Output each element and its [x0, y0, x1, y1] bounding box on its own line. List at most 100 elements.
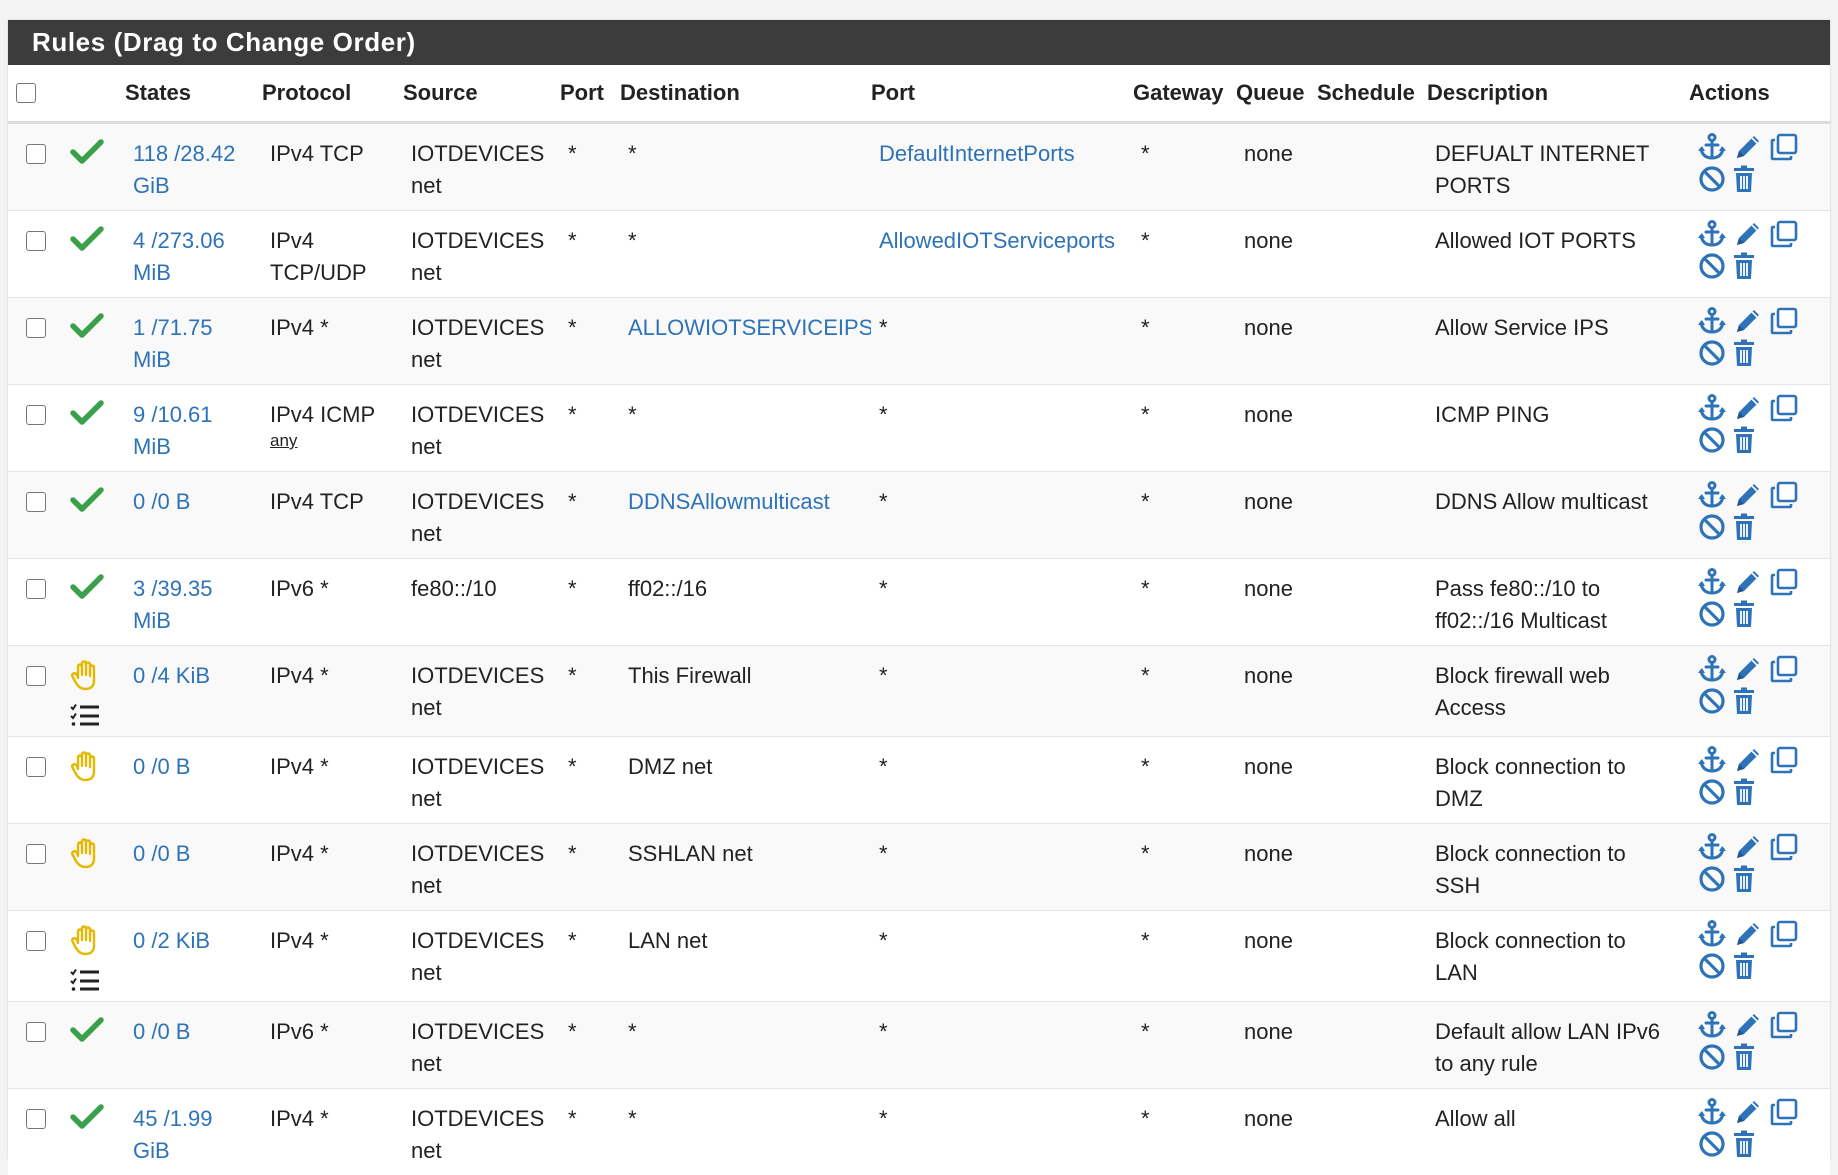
- copy-icon[interactable]: [1769, 919, 1799, 949]
- delete-trash-icon[interactable]: [1729, 1042, 1759, 1072]
- states-link[interactable]: 0 /0 B: [133, 486, 262, 518]
- edit-pencil-icon[interactable]: [1733, 480, 1763, 510]
- delete-trash-icon[interactable]: [1729, 425, 1759, 455]
- col-states[interactable]: States: [125, 65, 262, 123]
- states-link[interactable]: 9 /10.61 MiB: [133, 399, 262, 463]
- delete-trash-icon[interactable]: [1729, 599, 1759, 629]
- states-link[interactable]: 45 /1.99 GiB: [133, 1103, 262, 1167]
- table-row[interactable]: 0 /0 B IPv6 * IOTDEVICES net * * * * non…: [8, 1002, 1830, 1089]
- disable-ban-icon[interactable]: [1697, 1042, 1727, 1072]
- row-checkbox[interactable]: [26, 318, 46, 338]
- col-source[interactable]: Source: [403, 65, 560, 123]
- row-checkbox[interactable]: [26, 579, 46, 599]
- edit-pencil-icon[interactable]: [1733, 1097, 1763, 1127]
- disable-ban-icon[interactable]: [1697, 425, 1727, 455]
- delete-trash-icon[interactable]: [1729, 1129, 1759, 1159]
- states-link[interactable]: 0 /0 B: [133, 838, 262, 870]
- anchor-icon[interactable]: [1697, 1097, 1727, 1127]
- anchor-icon[interactable]: [1697, 219, 1727, 249]
- states-link[interactable]: 3 /39.35 MiB: [133, 573, 262, 637]
- row-checkbox[interactable]: [26, 144, 46, 164]
- copy-icon[interactable]: [1769, 654, 1799, 684]
- disable-ban-icon[interactable]: [1697, 777, 1727, 807]
- row-checkbox[interactable]: [26, 666, 46, 686]
- copy-icon[interactable]: [1769, 480, 1799, 510]
- table-row[interactable]: 0 /2 KiB IPv4 * IOTDEVICES net * LAN net…: [8, 911, 1830, 1002]
- col-description[interactable]: Description: [1427, 65, 1689, 123]
- edit-pencil-icon[interactable]: [1733, 393, 1763, 423]
- edit-pencil-icon[interactable]: [1733, 1010, 1763, 1040]
- anchor-icon[interactable]: [1697, 132, 1727, 162]
- destination-port[interactable]: DefaultInternetPorts: [879, 141, 1075, 166]
- edit-pencil-icon[interactable]: [1733, 832, 1763, 862]
- edit-pencil-icon[interactable]: [1733, 745, 1763, 775]
- col-schedule[interactable]: Schedule: [1317, 65, 1427, 123]
- anchor-icon[interactable]: [1697, 919, 1727, 949]
- disable-ban-icon[interactable]: [1697, 599, 1727, 629]
- disable-ban-icon[interactable]: [1697, 951, 1727, 981]
- edit-pencil-icon[interactable]: [1733, 219, 1763, 249]
- copy-icon[interactable]: [1769, 832, 1799, 862]
- anchor-icon[interactable]: [1697, 567, 1727, 597]
- col-dest-port[interactable]: Port: [871, 65, 1133, 123]
- row-checkbox[interactable]: [26, 492, 46, 512]
- table-row[interactable]: 0 /0 B IPv4 TCP IOTDEVICES net * DDNSAll…: [8, 472, 1830, 559]
- destination-port[interactable]: AllowedIOTServiceports: [879, 228, 1115, 253]
- delete-trash-icon[interactable]: [1729, 164, 1759, 194]
- copy-icon[interactable]: [1769, 306, 1799, 336]
- row-checkbox[interactable]: [26, 1022, 46, 1042]
- destination[interactable]: ALLOWIOTSERVICEIPS: [628, 315, 871, 340]
- anchor-icon[interactable]: [1697, 832, 1727, 862]
- disable-ban-icon[interactable]: [1697, 512, 1727, 542]
- col-source-port[interactable]: Port: [560, 65, 620, 123]
- destination[interactable]: DDNSAllowmulticast: [628, 489, 830, 514]
- delete-trash-icon[interactable]: [1729, 512, 1759, 542]
- disable-ban-icon[interactable]: [1697, 864, 1727, 894]
- delete-trash-icon[interactable]: [1729, 338, 1759, 368]
- edit-pencil-icon[interactable]: [1733, 306, 1763, 336]
- row-checkbox[interactable]: [26, 844, 46, 864]
- table-row[interactable]: 0 /4 KiB IPv4 * IOTDEVICES net * This Fi…: [8, 646, 1830, 737]
- delete-trash-icon[interactable]: [1729, 777, 1759, 807]
- states-link[interactable]: 0 /4 KiB: [133, 660, 262, 692]
- col-destination[interactable]: Destination: [620, 65, 871, 123]
- col-gateway[interactable]: Gateway: [1133, 65, 1236, 123]
- copy-icon[interactable]: [1769, 745, 1799, 775]
- copy-icon[interactable]: [1769, 219, 1799, 249]
- disable-ban-icon[interactable]: [1697, 338, 1727, 368]
- copy-icon[interactable]: [1769, 393, 1799, 423]
- copy-icon[interactable]: [1769, 132, 1799, 162]
- delete-trash-icon[interactable]: [1729, 951, 1759, 981]
- col-protocol[interactable]: Protocol: [262, 65, 403, 123]
- edit-pencil-icon[interactable]: [1733, 567, 1763, 597]
- row-checkbox[interactable]: [26, 931, 46, 951]
- states-link[interactable]: 0 /2 KiB: [133, 925, 262, 957]
- disable-ban-icon[interactable]: [1697, 686, 1727, 716]
- states-link[interactable]: 4 /273.06 MiB: [133, 225, 262, 289]
- table-row[interactable]: 45 /1.99 GiB IPv4 * IOTDEVICES net * * *…: [8, 1089, 1830, 1175]
- disable-ban-icon[interactable]: [1697, 251, 1727, 281]
- row-checkbox[interactable]: [26, 1109, 46, 1129]
- anchor-icon[interactable]: [1697, 480, 1727, 510]
- edit-pencil-icon[interactable]: [1733, 654, 1763, 684]
- disable-ban-icon[interactable]: [1697, 164, 1727, 194]
- edit-pencil-icon[interactable]: [1733, 132, 1763, 162]
- anchor-icon[interactable]: [1697, 1010, 1727, 1040]
- table-row[interactable]: 0 /0 B IPv4 * IOTDEVICES net * SSHLAN ne…: [8, 824, 1830, 911]
- icmp-type-link[interactable]: any: [270, 431, 403, 451]
- states-link[interactable]: 0 /0 B: [133, 751, 262, 783]
- delete-trash-icon[interactable]: [1729, 686, 1759, 716]
- copy-icon[interactable]: [1769, 1097, 1799, 1127]
- row-checkbox[interactable]: [26, 405, 46, 425]
- anchor-icon[interactable]: [1697, 745, 1727, 775]
- select-all-checkbox[interactable]: [16, 83, 36, 103]
- table-row[interactable]: 4 /273.06 MiB IPv4 TCP/UDP IOTDEVICES ne…: [8, 211, 1830, 298]
- anchor-icon[interactable]: [1697, 393, 1727, 423]
- anchor-icon[interactable]: [1697, 654, 1727, 684]
- copy-icon[interactable]: [1769, 1010, 1799, 1040]
- disable-ban-icon[interactable]: [1697, 1129, 1727, 1159]
- edit-pencil-icon[interactable]: [1733, 919, 1763, 949]
- table-row[interactable]: 3 /39.35 MiB IPv6 * fe80::/10 * ff02::/1…: [8, 559, 1830, 646]
- states-link[interactable]: 0 /0 B: [133, 1016, 262, 1048]
- delete-trash-icon[interactable]: [1729, 864, 1759, 894]
